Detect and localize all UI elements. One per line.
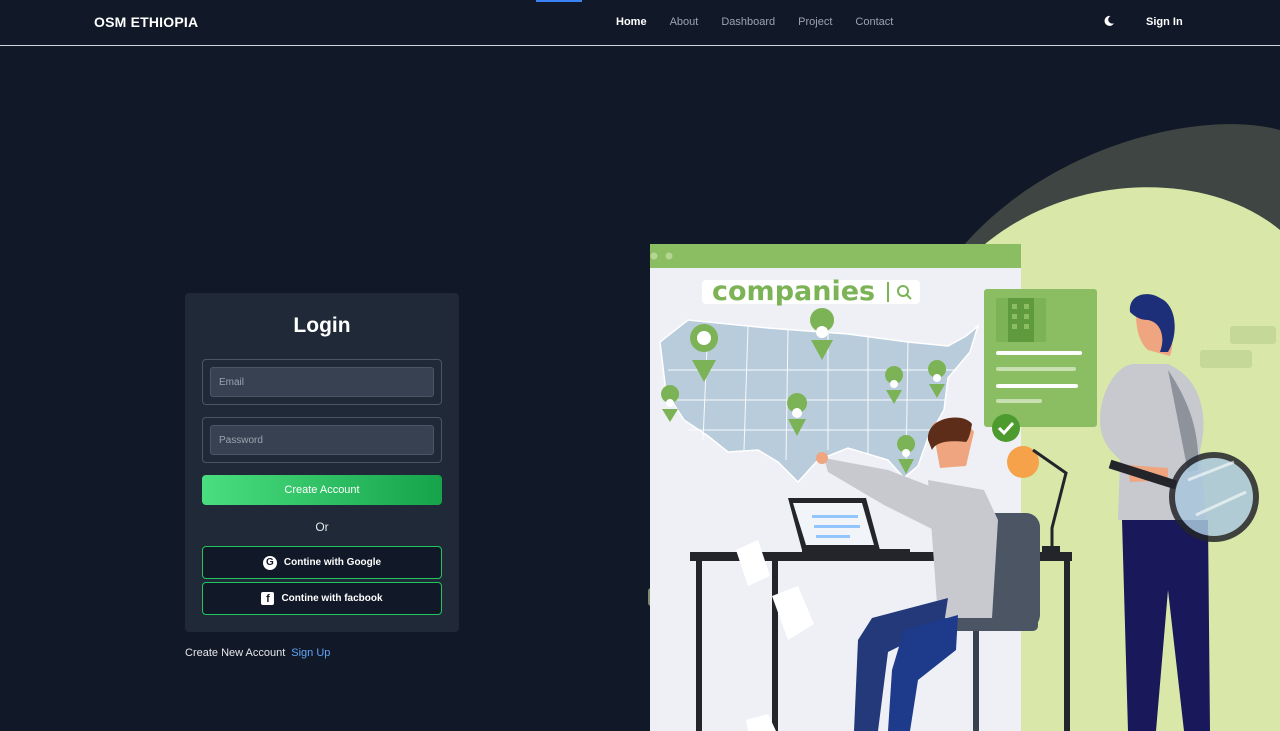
google-button-label: Contine with Google [283,557,382,568]
facebook-button-label: Contine with facbook [281,593,383,604]
hero-illustration: companies [648,124,1280,731]
signup-text: Create New Account [185,647,286,659]
moon-icon[interactable] [1103,15,1115,27]
nav-links: Home About Dashboard Project Contact [616,16,916,28]
nav-link-dashboard[interactable]: Dashboard [721,16,775,28]
top-accent-bar [536,0,582,2]
password-field-wrapper [202,417,442,463]
password-input[interactable] [210,425,434,455]
navbar: OSM ETHIOPIA Home About Dashboard Projec… [0,0,1280,46]
email-input[interactable] [210,367,434,397]
create-account-button[interactable]: Create Account [202,475,442,505]
email-field-wrapper [202,359,442,405]
brand-logo[interactable]: OSM ETHIOPIA [94,14,198,30]
facebook-icon: f [261,592,275,605]
google-login-button[interactable]: G Contine with Google [202,546,442,579]
sign-in-button[interactable]: Sign In [1146,16,1183,28]
google-icon: G [262,555,277,570]
signup-row: Create New Account Sign Up [185,647,330,659]
nav-link-project[interactable]: Project [798,16,832,28]
nav-link-contact[interactable]: Contact [855,16,893,28]
login-title: Login [293,314,351,337]
facebook-login-button[interactable]: f Contine with facbook [202,582,442,615]
login-card: Login Create Account Or G Contine with G… [185,293,459,632]
nav-link-about[interactable]: About [670,16,699,28]
or-divider: Or [315,520,329,534]
signup-link[interactable]: Sign Up [291,647,330,659]
nav-link-home[interactable]: Home [616,16,647,28]
companies-search-text: companies [712,276,875,307]
